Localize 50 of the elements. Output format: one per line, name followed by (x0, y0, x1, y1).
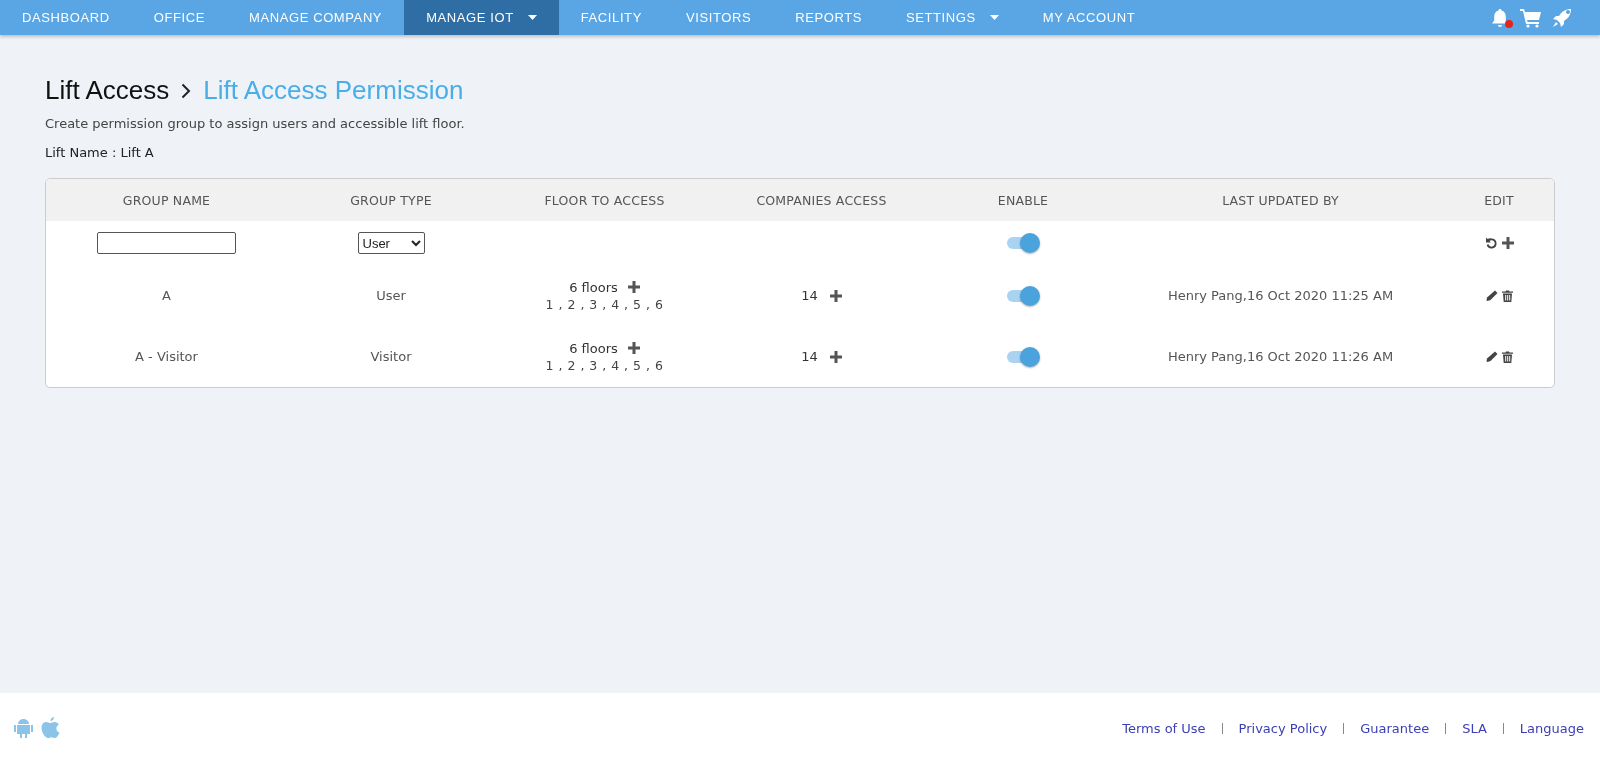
table-cell: User (376, 288, 406, 303)
enable-toggle[interactable] (1006, 233, 1040, 253)
footer-link[interactable]: Terms of Use (1106, 720, 1222, 736)
column-header: GROUP TYPE (350, 192, 432, 208)
footer-link[interactable]: SLA (1446, 720, 1503, 736)
breadcrumb-link[interactable]: Lift Access (45, 75, 170, 106)
trash-icon[interactable] (1501, 289, 1513, 302)
group-name-field[interactable] (97, 232, 236, 254)
column-header: COMPANIES ACCESS (756, 192, 887, 208)
cart-icon[interactable] (1520, 7, 1542, 28)
add-icon[interactable] (829, 350, 842, 363)
add-icon[interactable] (627, 342, 640, 354)
caret-icon (527, 15, 537, 20)
footer-link[interactable]: Guarantee (1344, 720, 1446, 736)
caret-icon (989, 15, 999, 20)
page-title: Lift Access Permission (203, 75, 464, 106)
table-cell: Visitor (370, 349, 412, 364)
floor-list: 1 , 2 , 3 , 4 , 5 , 6 (545, 357, 664, 373)
rocket-icon[interactable] (1552, 7, 1572, 28)
column-header: FLOOR TO ACCESS (544, 192, 665, 208)
column-header: LAST UPDATED BY (1222, 192, 1339, 208)
table-cell: Henry Pang,16 Oct 2020 11:25 AM (1167, 288, 1394, 303)
trash-icon[interactable] (1501, 350, 1513, 363)
pencil-icon[interactable] (1485, 350, 1498, 363)
enable-toggle[interactable] (1006, 285, 1040, 306)
add-icon[interactable] (1501, 237, 1514, 249)
column-header: EDIT (1484, 192, 1514, 208)
lift-name: Lift Name : Lift A (45, 145, 155, 160)
floor-count: 6 floors (569, 279, 618, 295)
pencil-icon[interactable] (1485, 289, 1498, 302)
undo-icon[interactable] (1484, 236, 1498, 250)
page-description: Create permission group to assign users and accessible lift floor. (45, 116, 466, 131)
footer-link[interactable]: Language (1503, 720, 1584, 736)
chevron-icon (181, 82, 192, 99)
add-icon[interactable] (829, 289, 842, 302)
enable-toggle[interactable] (1006, 346, 1040, 367)
table-cell: Henry Pang,16 Oct 2020 11:26 AM (1167, 349, 1394, 364)
footer-link[interactable]: Privacy Policy (1222, 720, 1344, 736)
column-header: ENABLE (997, 192, 1049, 208)
bell-icon[interactable] (1490, 7, 1510, 28)
add-icon[interactable] (627, 281, 640, 293)
group-type-select[interactable]: User (357, 232, 425, 254)
companies-count: 14 (801, 349, 818, 364)
floor-list: 1 , 2 , 3 , 4 , 5 , 6 (545, 296, 664, 312)
floor-count: 6 floors (569, 340, 618, 356)
table-cell: A (162, 288, 171, 303)
companies-count: 14 (801, 288, 818, 303)
column-header: GROUP NAME (122, 192, 211, 208)
nav-tab[interactable]: MANAGE IOT (404, 0, 559, 35)
table-cell: A - Visitor (135, 349, 198, 364)
